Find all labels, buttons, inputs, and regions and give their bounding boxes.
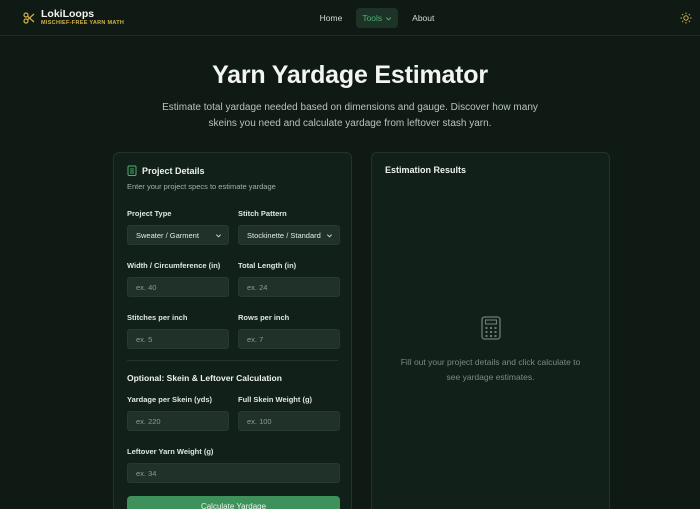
skein-fields-row: Yardage per Skein (yds) ex. 220 Full Ske… xyxy=(127,395,340,431)
leftover-field: Leftover Yarn Weight (g) ex. 34 xyxy=(127,447,340,483)
brand-logo[interactable]: LokiLoops MISCHIEF-FREE YARN MATH xyxy=(23,7,125,27)
project-type-value: Sweater / Garment xyxy=(136,230,199,240)
hero-section: Yarn Yardage Estimator Estimate total ya… xyxy=(0,36,700,132)
stitch-pattern-value: Stockinette / Standard xyxy=(247,230,321,240)
leftover-weight-label: Leftover Yarn Weight (g) xyxy=(127,447,214,456)
project-fields-row-1: Project Type Sweater / Garment Stitch Pa… xyxy=(127,209,340,245)
project-type-label: Project Type xyxy=(127,209,172,218)
width-input[interactable]: ex. 40 xyxy=(127,277,229,297)
project-type-select[interactable]: Sweater / Garment xyxy=(127,225,229,245)
stitch-pattern-label: Stitch Pattern xyxy=(238,209,287,218)
page-title: Yarn Yardage Estimator xyxy=(212,61,488,89)
chevron-down-icon xyxy=(215,233,222,237)
nav-tools-link[interactable]: Tools xyxy=(356,8,399,28)
nav-about-link[interactable]: About xyxy=(406,8,440,28)
project-details-card: Project Details Enter your project specs… xyxy=(113,152,352,509)
scissors-icon xyxy=(23,11,35,24)
nav-home-link[interactable]: Home xyxy=(314,8,349,28)
results-empty-state: Fill out your project details and click … xyxy=(372,316,609,385)
width-label: Width / Circumference (in) xyxy=(127,261,221,270)
project-details-subtitle: Enter your project specs to estimate yar… xyxy=(127,182,276,191)
nav-tools-label: Tools xyxy=(362,13,383,23)
brand-tagline: MISCHIEF-FREE YARN MATH xyxy=(41,19,125,26)
yardage-per-skein-input[interactable]: ex. 220 xyxy=(127,411,229,431)
page-description: Estimate total yardage needed based on d… xyxy=(162,102,538,129)
project-fields-row-3: Stitches per inch ex. 5 Rows per inch ex… xyxy=(127,313,340,349)
section-divider xyxy=(127,360,338,361)
project-details-title: Project Details xyxy=(142,165,205,176)
calculator-icon xyxy=(480,316,501,340)
top-navbar: LokiLoops MISCHIEF-FREE YARN MATH xyxy=(0,0,700,36)
nav-about-label: About xyxy=(412,13,435,23)
project-fields-row-2: Width / Circumference (in) ex. 40 Total … xyxy=(127,261,340,297)
sun-icon[interactable] xyxy=(680,12,692,24)
optional-section-title: Optional: Skein & Leftover Calculation xyxy=(127,373,282,383)
length-input[interactable]: ex. 24 xyxy=(238,277,340,297)
skein-weight-label: Full Skein Weight (g) xyxy=(238,395,313,404)
results-empty-line-1: Fill out your project details and click … xyxy=(400,357,581,367)
nav-home-label: Home xyxy=(319,13,343,23)
stitch-pattern-select[interactable]: Stockinette / Standard xyxy=(238,225,340,245)
stitches-per-inch-label: Stitches per inch xyxy=(127,313,188,322)
yardage-per-skein-label: Yardage per Skein (yds) xyxy=(127,395,213,404)
calculate-yardage-button[interactable]: Calculate Yardage xyxy=(127,496,340,509)
rows-per-inch-label: Rows per inch xyxy=(238,313,290,322)
brand-name: LokiLoops xyxy=(41,7,95,20)
chevron-down-icon xyxy=(386,16,392,20)
estimation-results-title: Estimation Results xyxy=(385,165,467,175)
results-empty-line-2: see yardage estimates. xyxy=(446,372,535,382)
rows-per-inch-input[interactable]: ex. 7 xyxy=(238,329,340,349)
stitches-per-inch-input[interactable]: ex. 5 xyxy=(127,329,229,349)
leftover-weight-input[interactable]: ex. 34 xyxy=(127,463,340,483)
clipboard-icon xyxy=(127,165,137,176)
project-details-header: Project Details xyxy=(127,165,338,176)
results-empty-message: Fill out your project details and click … xyxy=(372,355,609,385)
estimation-results-card: Estimation Results Fill out your project… xyxy=(371,152,610,509)
length-label: Total Length (in) xyxy=(238,261,297,270)
skein-weight-input[interactable]: ex. 100 xyxy=(238,411,340,431)
chevron-down-icon xyxy=(326,233,333,237)
